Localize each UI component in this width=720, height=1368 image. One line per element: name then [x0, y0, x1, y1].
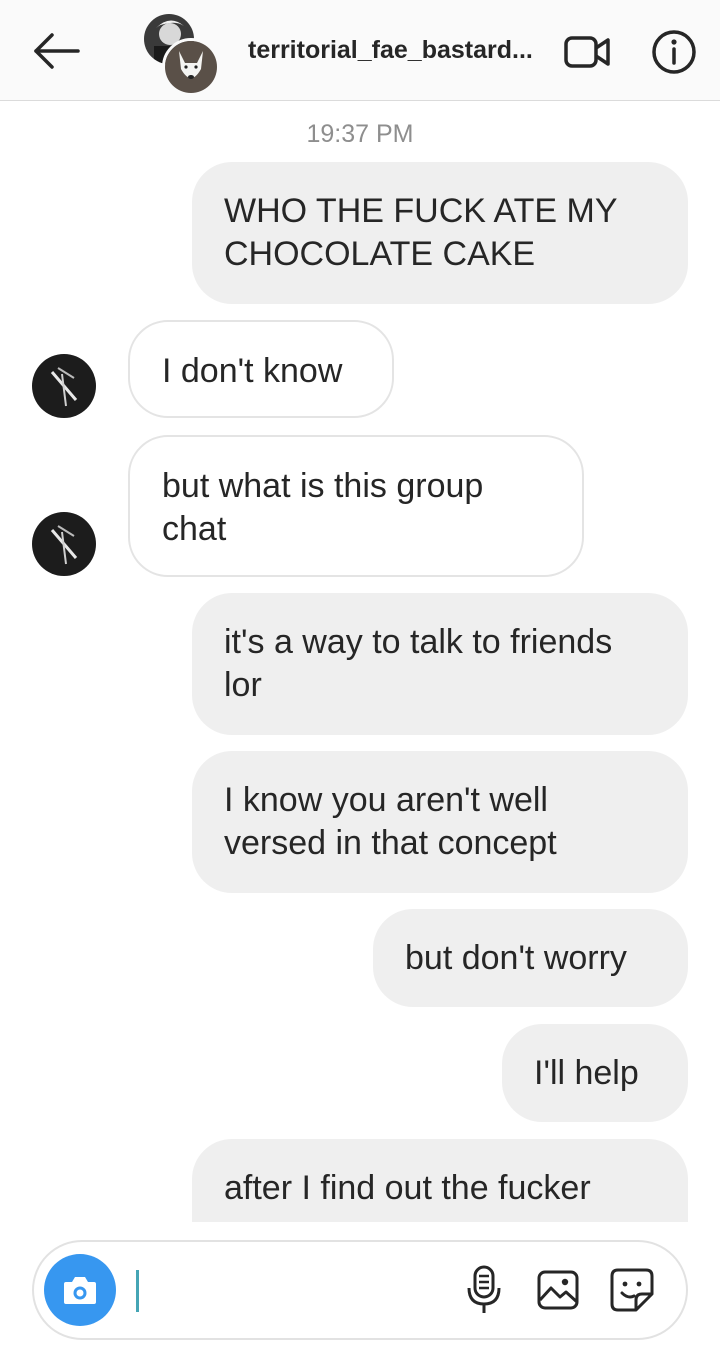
sticker-button[interactable]: [608, 1266, 656, 1314]
sender-avatar[interactable]: [32, 354, 96, 418]
message-bubble-outgoing[interactable]: after I find out the fucker: [192, 1139, 688, 1222]
info-button[interactable]: [650, 28, 698, 76]
message-bubble-outgoing[interactable]: WHO THE FUCK ATE MY CHOCOLATE CAKE: [192, 162, 688, 304]
message-bubble-incoming[interactable]: I don't know: [128, 320, 394, 418]
chat-header: territorial_fae_bastard...: [0, 0, 720, 101]
message-bubble-incoming[interactable]: but what is this group chat: [128, 435, 584, 577]
message-thread[interactable]: WHO THE FUCK ATE MY CHOCOLATE CAKE I don…: [0, 100, 720, 1222]
gallery-button[interactable]: [536, 1268, 580, 1312]
message-bubble-outgoing[interactable]: it's a way to talk to friends lor: [192, 593, 688, 735]
gallery-icon: [537, 1270, 579, 1310]
message-bubble-outgoing[interactable]: I know you aren't well versed in that co…: [192, 751, 688, 893]
arrow-left-icon: [34, 33, 80, 69]
text-cursor: [136, 1270, 139, 1312]
chat-title[interactable]: territorial_fae_bastard...: [248, 36, 548, 65]
message-bubble-outgoing[interactable]: but don't worry: [373, 909, 688, 1007]
camera-button[interactable]: [44, 1254, 116, 1326]
info-icon: [652, 30, 696, 74]
group-avatar[interactable]: [140, 14, 220, 96]
back-button[interactable]: [30, 28, 82, 74]
camera-icon: [64, 1277, 96, 1304]
sticker-icon: [610, 1268, 654, 1312]
message-composer[interactable]: [32, 1240, 688, 1340]
video-call-button[interactable]: [562, 30, 616, 74]
member-avatar-wolf: [162, 38, 220, 96]
voice-message-button[interactable]: [464, 1264, 504, 1316]
sender-avatar[interactable]: [32, 512, 96, 576]
message-bubble-outgoing[interactable]: I'll help: [502, 1024, 688, 1122]
video-call-icon: [564, 36, 610, 68]
microphone-icon: [467, 1265, 501, 1313]
